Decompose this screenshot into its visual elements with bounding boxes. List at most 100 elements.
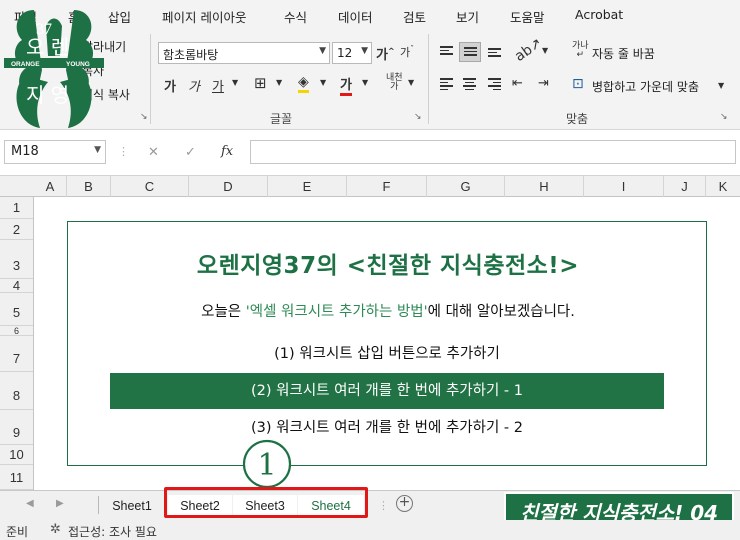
chevron-down-icon[interactable]: ▼ [320, 78, 326, 87]
enter-icon[interactable]: ✓ [185, 145, 196, 160]
align-left-button[interactable] [436, 74, 458, 94]
step-marker-icon: 1 [242, 439, 292, 489]
chevron-down-icon[interactable]: ▼ [408, 78, 414, 87]
chevron-down-icon: ▼ [319, 46, 326, 56]
align-center-button[interactable] [459, 74, 481, 94]
column-header[interactable]: B [67, 176, 111, 197]
orange-young-logo: ORANGE YOUNG 37 오 렌 지 영 [4, 10, 104, 128]
column-headers: A B C D E F G H I J K [0, 175, 740, 197]
add-sheet-icon[interactable]: + [396, 495, 413, 512]
menu-page-layout[interactable]: 페이지 레이아웃 [162, 7, 246, 26]
menu-data[interactable]: 데이터 [338, 7, 373, 26]
alignment-launcher-icon[interactable]: ↘ [720, 112, 728, 122]
font-color-icon[interactable]: 가 [340, 74, 352, 96]
phonetic-guide-icon[interactable]: 내천 가 [386, 74, 403, 92]
align-bottom-icon [488, 48, 501, 59]
column-header[interactable]: E [268, 176, 347, 197]
row-header[interactable]: 11 [0, 465, 33, 490]
merge-center-button[interactable]: 병합하고 가운데 맞춤 [592, 78, 699, 95]
align-top-button[interactable] [436, 42, 458, 62]
accessibility-status[interactable]: 접근성: 조사 필요 [68, 523, 157, 540]
chevron-down-icon[interactable]: ▼ [362, 78, 368, 87]
align-middle-button[interactable] [459, 42, 481, 62]
wrap-text-button[interactable]: 자동 줄 바꿈 [592, 45, 655, 62]
align-left-icon [440, 78, 453, 92]
chevron-down-icon[interactable]: ▼ [232, 78, 238, 87]
next-sheet-icon[interactable]: ▶ [56, 498, 64, 509]
prev-sheet-icon[interactable]: ◀ [26, 498, 34, 509]
accessibility-icon[interactable]: ✲ [50, 522, 61, 537]
name-box[interactable]: M18 ▼ [4, 140, 106, 164]
row-header[interactable]: 3 [0, 240, 33, 279]
column-header[interactable]: H [505, 176, 584, 197]
wrap-text-icon: 가나 ↵ [572, 41, 589, 60]
row-header[interactable]: 2 [0, 219, 33, 240]
font-name-dropdown[interactable]: 함초롬바탕 ▼ [158, 42, 330, 64]
status-bar: 준비 ✲ 접근성: 조사 필요 [0, 520, 740, 540]
menu-help[interactable]: 도움말 [510, 7, 545, 26]
column-header[interactable]: F [347, 176, 427, 197]
bold-icon[interactable]: 가 [164, 76, 176, 95]
row-header[interactable]: 6 [0, 326, 33, 336]
sheet-tab-1[interactable]: Sheet1 [102, 495, 162, 517]
headline: 오렌지영37의 <친절한 지식충전소!> [196, 253, 580, 279]
menu-insert[interactable]: 삽입 [108, 7, 131, 26]
tab-divider [98, 496, 99, 514]
formula-input[interactable] [250, 140, 736, 164]
row-header[interactable]: 9 [0, 410, 33, 445]
align-middle-icon [464, 47, 477, 58]
align-center-icon [463, 78, 476, 92]
dots-icon: ⋮ [118, 145, 129, 158]
borders-icon[interactable]: ⊞ [254, 74, 267, 92]
row-header[interactable]: 1 [0, 197, 33, 219]
increase-indent-icon[interactable]: ⇥ [538, 76, 549, 91]
ribbon: 잘라내기 복사 서식 복사 ↘ 함초롬바탕 ▼ 12 ▼ 가^ 가ˇ 가 가 가… [0, 30, 740, 130]
cancel-icon[interactable]: ✕ [148, 145, 159, 160]
insert-function-icon[interactable]: fx [221, 144, 233, 159]
align-right-button[interactable] [484, 74, 506, 94]
chevron-down-icon: ▼ [361, 46, 368, 56]
align-bottom-button[interactable] [484, 42, 506, 62]
font-size-dropdown[interactable]: 12 ▼ [332, 42, 372, 64]
chevron-down-icon[interactable]: ▼ [718, 81, 724, 90]
column-header[interactable]: D [189, 176, 268, 197]
row-header[interactable]: 7 [0, 336, 33, 372]
column-header[interactable]: G [427, 176, 505, 197]
intro-highlight: '엑셀 워크시트 추가하는 방법' [245, 304, 428, 320]
menu-acrobat[interactable]: Acrobat [575, 7, 623, 22]
orientation-icon[interactable]: ab↗ [512, 35, 545, 65]
font-group-label: 글꼴 [270, 112, 293, 126]
excel-window: 파일 홈 삽입 페이지 레이아웃 수식 데이터 검토 보기 도움말 Acroba… [0, 0, 740, 540]
column-header[interactable]: C [111, 176, 189, 197]
column-header[interactable]: K [706, 176, 740, 197]
menu-formulas[interactable]: 수식 [284, 7, 307, 26]
row-header[interactable]: 4 [0, 279, 33, 293]
intro-before: 오늘은 [201, 304, 246, 320]
column-header[interactable]: J [664, 176, 706, 197]
menu-review[interactable]: 검토 [403, 7, 426, 26]
row-header[interactable]: 5 [0, 293, 33, 326]
logo-top-chars: 오 렌 [26, 35, 69, 59]
chevron-down-icon[interactable]: ▼ [542, 46, 548, 55]
underline-icon[interactable]: 가 [212, 76, 224, 95]
step-1: (1) 워크시트 삽입 버튼으로 추가하기 [274, 346, 500, 362]
row-header[interactable]: 10 [0, 445, 33, 465]
decrease-font-icon[interactable]: 가ˇ [400, 44, 414, 60]
align-right-icon [488, 78, 501, 92]
chevron-down-icon: ▼ [94, 145, 101, 155]
ribbon-separator [428, 34, 429, 124]
row-header[interactable]: 8 [0, 372, 33, 410]
sheet-tab-highlight-box [164, 487, 368, 518]
column-header[interactable]: A [34, 176, 67, 197]
font-launcher-icon[interactable]: ↘ [414, 112, 422, 122]
clipboard-launcher-icon[interactable]: ↘ [140, 112, 148, 122]
italic-icon[interactable]: 가 [188, 76, 200, 95]
column-header[interactable]: I [584, 176, 664, 197]
increase-font-icon[interactable]: 가^ [376, 44, 395, 63]
menu-view[interactable]: 보기 [456, 7, 479, 26]
decrease-indent-icon[interactable]: ⇤ [512, 76, 523, 91]
chevron-down-icon[interactable]: ▼ [276, 78, 282, 87]
row-headers: 1 2 3 4 5 6 7 8 9 10 11 [0, 197, 34, 490]
font-name-value: 함초롬바탕 [163, 48, 219, 62]
fill-color-icon[interactable]: ◈ [298, 74, 309, 93]
